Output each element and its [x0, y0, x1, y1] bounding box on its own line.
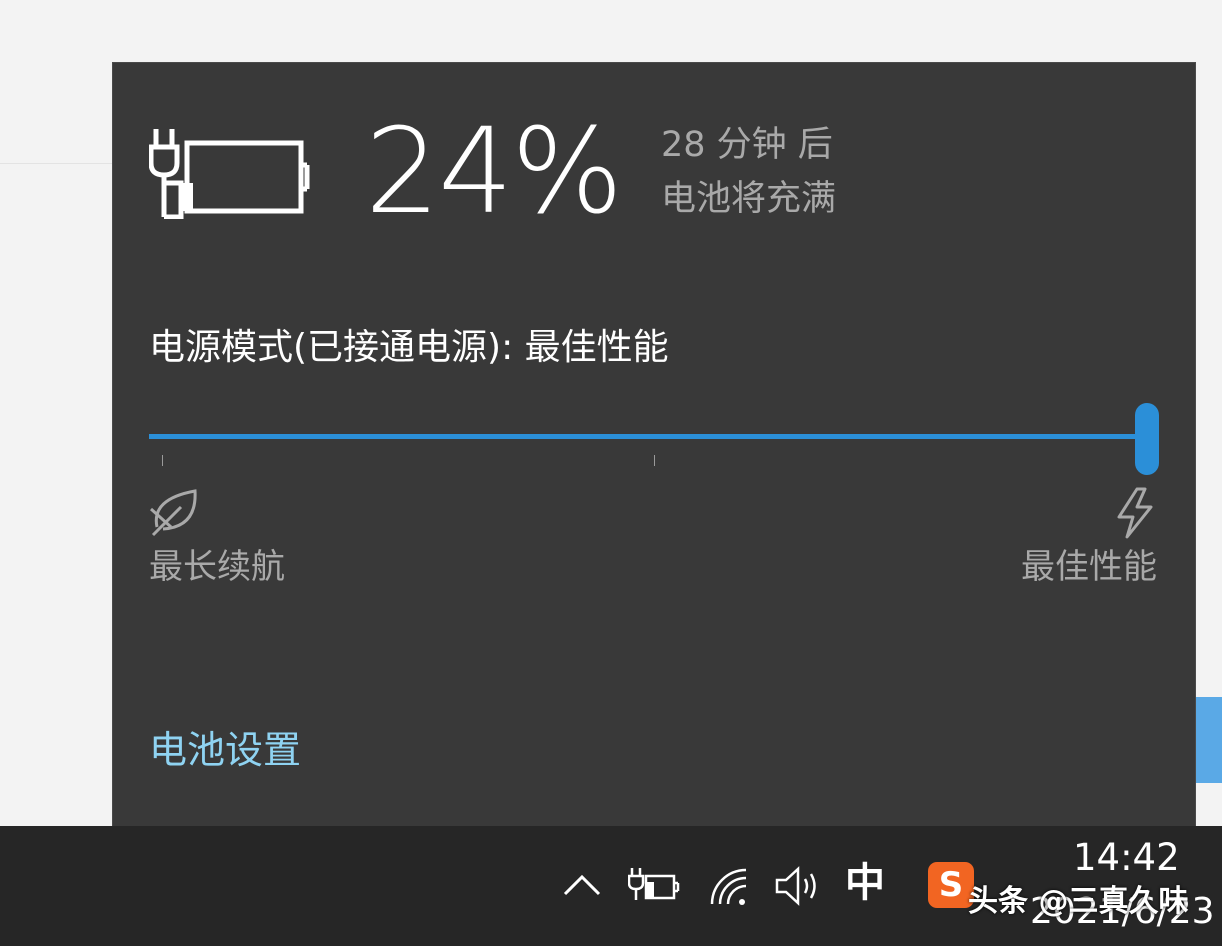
background-divider [0, 163, 113, 164]
clock-time[interactable]: 14:42 [1073, 836, 1180, 880]
battery-saver-label: 最长续航 [149, 547, 285, 587]
slider-tick [654, 455, 655, 466]
slider-track[interactable] [149, 434, 1145, 439]
ime-indicator[interactable]: 中 [845, 859, 885, 907]
power-mode-slider[interactable] [149, 403, 1159, 475]
plug-battery-icon [149, 129, 310, 219]
lightning-icon [1117, 487, 1153, 539]
watermark-text: 头条 @三真久味 [968, 884, 1189, 919]
charge-description: 电池将充满 [661, 179, 837, 219]
wifi-icon[interactable] [708, 866, 750, 908]
power-mode-label: 电源模式(已接通电源): 最佳性能 [149, 327, 669, 368]
battery-percent: 24% [365, 102, 623, 240]
battery-charging-icon[interactable] [628, 866, 680, 902]
slider-tick [162, 455, 163, 466]
chevron-up-icon[interactable] [563, 874, 601, 896]
charge-time-remaining: 28 分钟 后 [661, 125, 833, 165]
speaker-icon[interactable] [774, 866, 822, 906]
slider-thumb[interactable] [1135, 403, 1159, 475]
taskbar: 中 S 14:42 2021/6/23 头条 @三真久味 [0, 826, 1222, 946]
best-performance-label: 最佳性能 [1021, 547, 1157, 587]
battery-settings-link[interactable]: 电池设置 [149, 726, 301, 775]
battery-flyout: 24% 28 分钟 后 电池将充满 电源模式(已接通电源): 最佳性能 最长续航… [113, 63, 1195, 826]
background-window-edge [1195, 697, 1222, 783]
leaf-icon [149, 489, 197, 537]
